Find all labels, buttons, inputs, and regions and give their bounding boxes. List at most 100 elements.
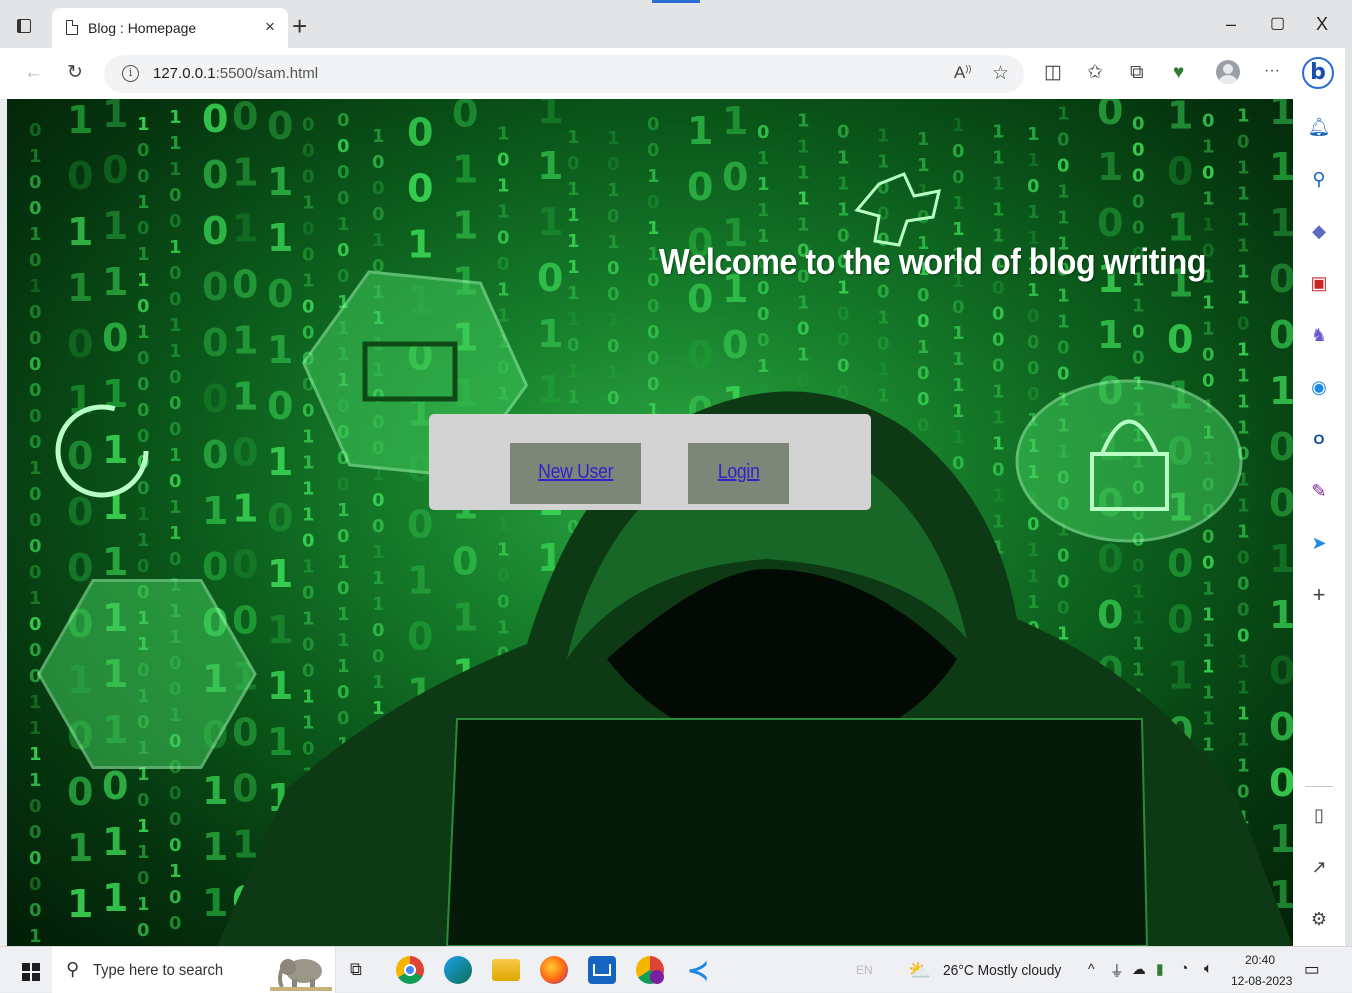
open-external-icon[interactable]: ↗ xyxy=(1307,855,1331,879)
matrix-digit: 1 xyxy=(1057,208,1070,229)
browser-essentials-icon[interactable]: ♥ xyxy=(1173,62,1184,84)
more-menu-icon[interactable]: ··· xyxy=(1264,60,1280,82)
notifications-icon[interactable]: ▭ xyxy=(1304,959,1320,980)
search-placeholder[interactable]: Type here to search xyxy=(93,962,223,980)
matrix-digit: 1 xyxy=(952,401,965,422)
show-hidden-icons[interactable]: ^ xyxy=(1088,961,1094,978)
matrix-digit: 0 xyxy=(1132,140,1145,161)
outlook-icon[interactable]: O xyxy=(1307,427,1331,451)
matrix-digit: 1 xyxy=(267,440,293,484)
clock-date[interactable]: 12-08-2023 xyxy=(1231,974,1292,988)
designer-icon[interactable]: ✎ xyxy=(1307,479,1331,503)
split-screen-icon[interactable]: ◫ xyxy=(1044,62,1062,84)
matrix-digit: 1 xyxy=(202,881,228,925)
chrome-profile-icon[interactable] xyxy=(636,956,664,984)
site-info-icon[interactable]: i xyxy=(122,65,139,82)
matrix-digit: 0 xyxy=(607,206,620,227)
matrix-digit: 1 xyxy=(337,630,350,651)
vscode-icon[interactable]: ≺ xyxy=(684,956,712,984)
matrix-digit: 1 xyxy=(567,179,580,200)
volume-icon[interactable]: 🔈︎ xyxy=(1204,960,1212,977)
new-user-link[interactable]: New User xyxy=(538,461,613,484)
search-icon[interactable]: ⚲ xyxy=(1307,167,1331,191)
matrix-digit: 1 xyxy=(102,876,128,920)
matrix-digit: 0 xyxy=(29,848,42,869)
taskbar-search[interactable]: ⚲ Type here to search xyxy=(52,947,336,993)
office-icon[interactable]: ◉ xyxy=(1307,375,1331,399)
matrix-digit: 0 xyxy=(169,419,182,440)
matrix-digit: 0 xyxy=(647,322,660,343)
matrix-digit: 1 xyxy=(952,349,965,370)
file-explorer-icon[interactable] xyxy=(492,959,520,981)
matrix-digit: 0 xyxy=(1202,163,1215,184)
tag-icon[interactable]: ◆ xyxy=(1307,219,1331,243)
back-arrow-icon[interactable]: ← xyxy=(24,62,43,84)
usb-icon[interactable]: ⏚ xyxy=(1110,960,1124,981)
matrix-digit: 1 xyxy=(952,115,965,136)
matrix-digit: 1 xyxy=(267,328,293,372)
page-heading: Welcome to the world of blog writing xyxy=(659,241,1206,282)
chess-icon[interactable]: ♞ xyxy=(1307,323,1331,347)
matrix-digit: 0 xyxy=(452,99,478,135)
briefcase-icon[interactable]: ▣ xyxy=(1307,271,1331,295)
matrix-digit: 1 xyxy=(837,173,850,194)
favorite-star-icon[interactable]: ☆ xyxy=(992,62,1009,85)
battery-icon[interactable]: ▮ xyxy=(1156,960,1164,978)
url-text[interactable]: 127.0.0.1:5500/sam.html xyxy=(153,65,318,82)
matrix-digit: 1 xyxy=(337,604,350,625)
restore-button[interactable]: ▢ xyxy=(1270,14,1285,34)
edge-icon[interactable] xyxy=(444,956,472,984)
matrix-digit: 1 xyxy=(169,523,182,544)
matrix-digit: 0 xyxy=(29,380,42,401)
bing-copilot-icon[interactable]: b xyxy=(1302,57,1334,89)
hide-sidebar-icon[interactable]: ▯ xyxy=(1307,803,1331,827)
matrix-digit: 0 xyxy=(917,285,930,306)
minimize-button[interactable]: – xyxy=(1226,14,1236,34)
login-link[interactable]: Login xyxy=(718,461,760,484)
matrix-digit: 0 xyxy=(1167,317,1193,361)
task-view-icon[interactable]: ⧉ xyxy=(350,959,362,980)
login-button[interactable]: Login xyxy=(688,443,789,504)
add-sidebar-icon[interactable]: + xyxy=(1307,583,1331,607)
matrix-digit: 0 xyxy=(29,614,42,635)
weather-text[interactable]: 26°C Mostly cloudy xyxy=(943,962,1061,979)
mail-icon[interactable] xyxy=(588,956,616,984)
windows-start-icon[interactable] xyxy=(22,963,40,981)
matrix-digit: 1 xyxy=(302,556,315,577)
wifi-icon[interactable]: ◔ xyxy=(1180,960,1188,977)
matrix-digit: 1 xyxy=(102,820,128,864)
matrix-digit: 0 xyxy=(337,578,350,599)
tab-actions-icon[interactable] xyxy=(14,15,36,37)
bell-icon[interactable]: 🔔︎ xyxy=(1307,115,1331,139)
favorites-icon[interactable]: ✩ xyxy=(1087,62,1103,84)
matrix-digit: 0 xyxy=(202,153,228,197)
matrix-digit: 0 xyxy=(1237,313,1250,334)
matrix-digit: 0 xyxy=(497,565,510,586)
new-tab-button[interactable]: + xyxy=(292,13,307,39)
refresh-icon[interactable]: ↻ xyxy=(67,62,83,84)
chrome-icon[interactable] xyxy=(396,956,424,984)
matrix-digit: 1 xyxy=(1057,286,1070,307)
matrix-digit: 1 xyxy=(1237,235,1250,256)
active-tab[interactable]: Blog : Homepage × xyxy=(52,8,288,48)
send-icon[interactable]: ➤ xyxy=(1307,531,1331,555)
matrix-digit: 1 xyxy=(67,882,93,926)
address-bar[interactable]: i 127.0.0.1:5500/sam.html A)) ☆ xyxy=(104,55,1024,93)
clock-time[interactable]: 20:40 xyxy=(1245,953,1275,967)
matrix-digit: 0 xyxy=(169,263,182,284)
onedrive-icon[interactable]: ☁ xyxy=(1132,960,1146,978)
settings-gear-icon[interactable]: ⚙ xyxy=(1307,907,1331,931)
new-user-button[interactable]: New User xyxy=(510,443,641,504)
read-aloud-icon[interactable]: A)) xyxy=(954,63,971,83)
matrix-digit: 1 xyxy=(877,386,890,407)
profile-avatar[interactable] xyxy=(1216,60,1240,84)
weather-cloud-icon[interactable]: ⛅ xyxy=(908,958,931,983)
close-window-button[interactable]: X xyxy=(1316,14,1328,34)
collections-icon[interactable]: ⧉ xyxy=(1130,62,1144,84)
matrix-digit: 0 xyxy=(169,887,182,908)
matrix-digit: 1 xyxy=(1167,99,1193,137)
matrix-digit: 1 xyxy=(232,822,258,866)
tab-close-icon[interactable]: × xyxy=(265,18,275,36)
language-indicator[interactable]: EN xyxy=(856,963,873,977)
firefox-icon[interactable] xyxy=(540,956,568,984)
